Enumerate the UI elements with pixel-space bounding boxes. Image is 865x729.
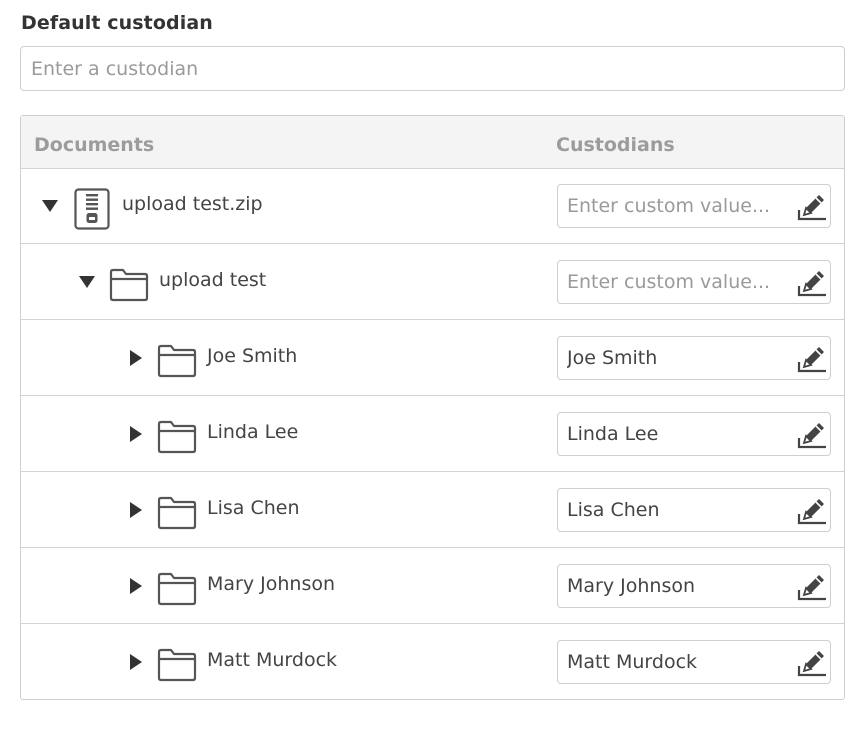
folder-icon [109,268,149,302]
custodian-input[interactable] [558,413,786,454]
folder-icon [157,572,197,606]
custodian-field [557,640,831,684]
documents-custodians-table: Documents Custodians upload test.zip Ent… [20,115,845,700]
node-label[interactable]: Lisa Chen [207,497,300,519]
node-label[interactable]: upload test.zip [122,193,263,215]
default-custodian-label: Default custodian [21,12,213,34]
custodian-input[interactable] [558,337,786,378]
node-label[interactable]: Joe Smith [207,345,297,367]
custodian-input[interactable] [558,489,786,530]
node-label[interactable]: Mary Johnson [207,573,335,595]
custodian-field [557,336,831,380]
custodian-field [557,564,831,608]
caret-right-icon[interactable] [125,348,145,368]
caret-right-icon[interactable] [125,424,145,444]
node-label[interactable]: Matt Murdock [207,649,337,671]
edit-pencil-icon[interactable] [794,494,828,526]
edit-pencil-icon[interactable] [794,342,828,374]
documents-column-header: Documents [34,134,155,156]
edit-pencil-icon[interactable] [794,418,828,450]
edit-pencil-icon[interactable] [794,570,828,602]
table-row: Lisa Chen [21,472,844,548]
folder-icon [157,420,197,454]
table-row: Joe Smith [21,320,844,396]
node-label[interactable]: Linda Lee [207,421,298,443]
table-row: upload test.zip [21,168,844,244]
table-row: Linda Lee [21,396,844,472]
custodian-input[interactable] [558,565,786,606]
default-custodian-input[interactable] [20,46,845,91]
caret-right-icon[interactable] [125,500,145,520]
table-row: Mary Johnson [21,548,844,624]
folder-icon [157,648,197,682]
caret-right-icon[interactable] [125,576,145,596]
edit-pencil-icon[interactable] [794,190,828,222]
folder-icon [157,344,197,378]
table-header: Documents Custodians [21,116,844,169]
caret-down-icon[interactable] [40,196,60,216]
edit-pencil-icon[interactable] [794,266,828,298]
custodians-column-header: Custodians [556,134,675,156]
custodian-input[interactable] [558,261,786,302]
custodian-input[interactable] [558,185,786,226]
custodian-field [557,412,831,456]
zip-file-icon [74,188,110,230]
custodian-field [557,184,831,228]
custodian-assignment-panel: Default custodian Documents Custodians u… [0,0,865,729]
custodian-input[interactable] [558,641,786,682]
custodian-field [557,488,831,532]
table-row: upload test [21,244,844,320]
table-row: Matt Murdock [21,624,844,699]
node-label[interactable]: upload test [159,269,266,291]
caret-down-icon[interactable] [77,272,97,292]
custodian-field [557,260,831,304]
caret-right-icon[interactable] [125,652,145,672]
folder-icon [157,496,197,530]
edit-pencil-icon[interactable] [794,646,828,678]
